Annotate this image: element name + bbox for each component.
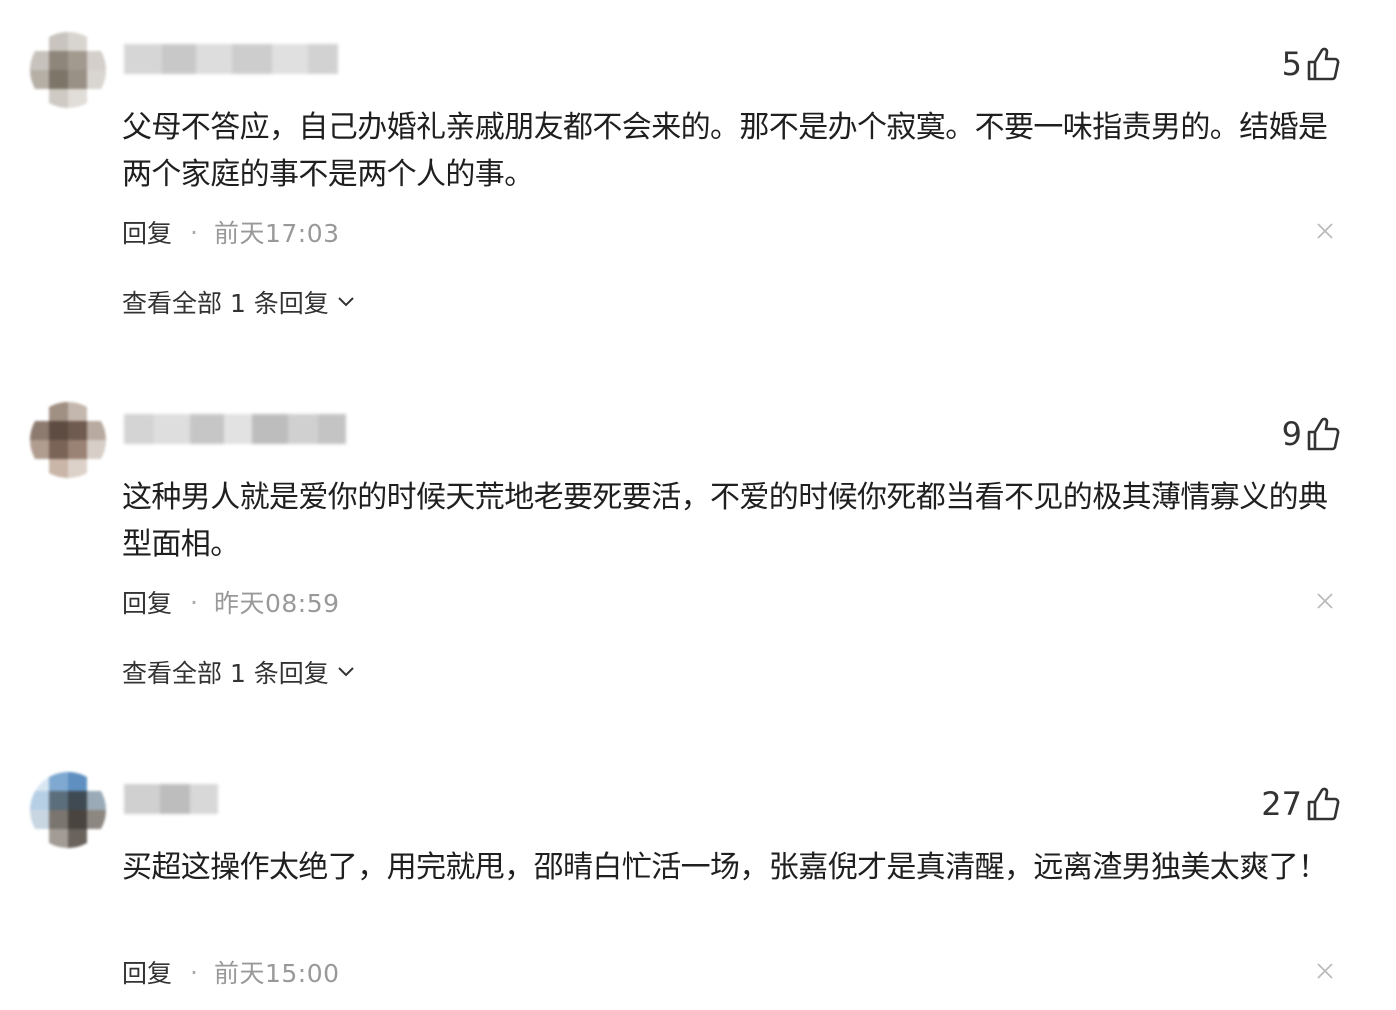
username-blurred[interactable] xyxy=(124,44,338,74)
close-icon[interactable] xyxy=(1316,222,1334,240)
close-icon[interactable] xyxy=(1316,962,1334,980)
view-all-replies-button[interactable]: 查看全部 1 条回复 xyxy=(122,284,355,320)
thumbs-up-icon xyxy=(1307,417,1340,451)
comment-timestamp: 前天15:00 xyxy=(213,959,340,988)
username-blurred[interactable] xyxy=(124,784,218,814)
user-avatar[interactable] xyxy=(30,772,106,848)
comment-meta: 回复 · 前天17:03 xyxy=(122,214,340,250)
view-all-replies-label: 查看全部 1 条回复 xyxy=(122,289,329,318)
like-count: 5 xyxy=(1281,45,1302,83)
user-avatar[interactable] xyxy=(30,402,106,478)
like-button[interactable]: 5 xyxy=(1282,42,1340,86)
comment-timestamp: 昨天08:59 xyxy=(213,589,340,618)
chevron-down-icon xyxy=(338,667,354,677)
like-button[interactable]: 27 xyxy=(1261,782,1340,826)
username-blurred[interactable] xyxy=(124,414,346,444)
view-all-replies-label: 查看全部 1 条回复 xyxy=(122,659,329,688)
reply-button[interactable]: 回复 xyxy=(122,954,172,990)
meta-separator: · xyxy=(190,217,198,247)
view-all-replies-button[interactable]: 查看全部 1 条回复 xyxy=(122,654,355,690)
thumbs-up-icon xyxy=(1307,787,1340,821)
reply-button[interactable]: 回复 xyxy=(122,584,172,620)
comment-timestamp: 前天17:03 xyxy=(213,219,340,248)
user-avatar[interactable] xyxy=(30,32,106,108)
comment-text: 这种男人就是爱你的时候天荒地老要死要活，不爱的时候你死都当看不见的极其薄情寡义的… xyxy=(122,480,1328,562)
comment-text: 买超这操作太绝了，用完就甩，邵晴白忙活一场，张嘉倪才是真清醒，远离渣男独美太爽了… xyxy=(122,850,1328,885)
comment-meta: 回复 · 前天15:00 xyxy=(122,954,340,990)
close-icon[interactable] xyxy=(1316,592,1334,610)
comment-text: 父母不答应，自己办婚礼亲戚朋友都不会来的。那不是办个寂寞。不要一味指责男的。结婚… xyxy=(122,110,1328,192)
comment-meta: 回复 · 昨天08:59 xyxy=(122,584,340,620)
thumbs-up-icon xyxy=(1307,47,1340,81)
meta-separator: · xyxy=(190,957,198,987)
chevron-down-icon xyxy=(338,297,354,307)
like-count: 27 xyxy=(1261,785,1302,823)
like-button[interactable]: 9 xyxy=(1282,412,1340,456)
reply-button[interactable]: 回复 xyxy=(122,214,172,250)
like-count: 9 xyxy=(1281,415,1302,453)
meta-separator: · xyxy=(190,587,198,617)
